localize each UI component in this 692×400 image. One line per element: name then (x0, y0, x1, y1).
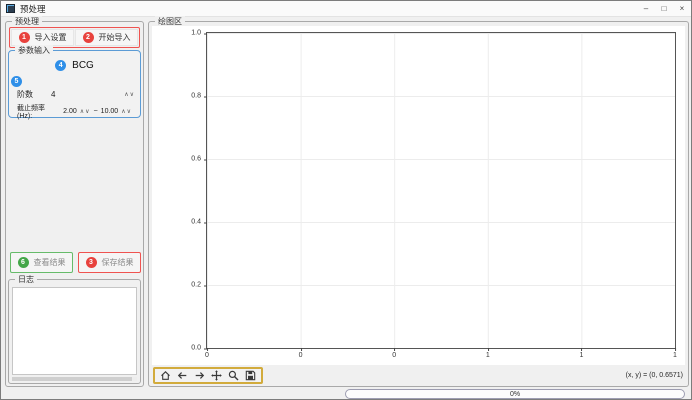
cutoff-frequency-row: 截止频率(Hz): 2.00 ∧∨ ~ 10.00 ∧∨ (17, 103, 135, 120)
close-button[interactable]: × (673, 1, 691, 16)
zoom-icon[interactable] (228, 370, 239, 381)
view-results-label: 查看结果 (34, 257, 66, 268)
x-tick-label: 0 (299, 352, 303, 359)
chevron-down-icon[interactable]: ∨ (85, 109, 90, 115)
filter-order-label: 阶数 (17, 89, 33, 100)
step6-badge: 6 (18, 257, 29, 268)
import-settings-button[interactable]: 1 导入设置 (11, 29, 74, 46)
pan-icon[interactable] (211, 370, 222, 381)
start-import-button[interactable]: 2 开始导入 (75, 29, 138, 46)
filter-order-field[interactable]: 4 (51, 90, 55, 99)
signal-type-row: 4 BCG (9, 60, 140, 71)
plot-area-panel: 绘图区 1.0 0.8 0.6 0.4 0.2 0.0 0 0 0 1 1 1 (148, 21, 689, 387)
y-tick-label: 0.2 (191, 282, 201, 289)
progress-bar: 0% (345, 389, 685, 399)
cutoff-frequency-label: 截止频率(Hz): (17, 103, 60, 120)
start-import-label: 开始导入 (99, 32, 131, 43)
step3-badge: 3 (86, 257, 97, 268)
x-tick-label: 0 (205, 352, 209, 359)
window-controls: – □ × (637, 1, 691, 16)
step4-badge: 4 (55, 60, 66, 71)
log-scrollbar-thumb[interactable] (12, 377, 132, 381)
y-tick-label: 0.4 (191, 219, 201, 226)
x-tick-label: 0 (392, 352, 396, 359)
chevron-down-icon[interactable]: ∨ (130, 92, 135, 98)
plot-axes[interactable]: 1.0 0.8 0.6 0.4 0.2 0.0 0 0 0 1 1 1 (206, 32, 676, 349)
progress-percent-label: 0% (510, 391, 520, 398)
filter-order-row: 阶数 4 ∧∨ (17, 89, 135, 100)
title-bar: 预处理 – □ × (1, 1, 691, 17)
cursor-coords-readout: (x, y) = (0, 0.6571) (626, 372, 683, 379)
step5-badge: 5 (11, 76, 22, 87)
preprocess-panel: 预处理 1 导入设置 2 开始导入 参数输入 4 BCG 5 阶数 4 ∧∨ 截… (5, 21, 144, 387)
save-results-label: 保存结果 (102, 257, 134, 268)
cutoff-range-separator: ~ (94, 108, 98, 115)
cutoff-low-stepper[interactable]: ∧∨ (80, 108, 91, 115)
signal-type-label: BCG (72, 60, 94, 71)
maximize-button[interactable]: □ (655, 1, 673, 16)
chevron-down-icon[interactable]: ∨ (127, 109, 132, 115)
save-results-button[interactable]: 3 保存结果 (78, 252, 141, 273)
home-icon[interactable] (160, 370, 171, 381)
filter-order-stepper[interactable]: ∧∨ (124, 91, 135, 98)
view-results-button[interactable]: 6 查看结果 (10, 252, 73, 273)
window-title: 预处理 (20, 3, 46, 15)
log-textarea[interactable] (12, 287, 137, 375)
preprocess-panel-label: 预处理 (12, 16, 42, 27)
result-button-row: 6 查看结果 3 保存结果 (6, 252, 143, 273)
y-tick-label: 0.6 (191, 156, 201, 163)
y-tick-label: 0.8 (191, 93, 201, 100)
log-scrollbar[interactable] (12, 377, 137, 381)
save-icon[interactable] (245, 370, 256, 381)
step2-badge: 2 (83, 32, 94, 43)
step1-badge: 1 (19, 32, 30, 43)
x-tick-label: 1 (579, 352, 583, 359)
y-tick-label: 0.0 (191, 345, 201, 352)
cutoff-high-stepper[interactable]: ∧∨ (121, 108, 132, 115)
x-tick-label: 1 (486, 352, 490, 359)
cutoff-low-field[interactable]: 2.00 (63, 108, 77, 115)
import-settings-label: 导入设置 (35, 32, 67, 43)
forward-arrow-icon[interactable] (194, 370, 205, 381)
preprocess-window: { "window": { "title": "预处理", "minimize"… (0, 0, 692, 400)
log-panel: 日志 (8, 279, 141, 384)
app-icon (6, 4, 15, 13)
minimize-button[interactable]: – (637, 1, 655, 16)
y-tick-label: 1.0 (191, 30, 201, 37)
log-panel-label: 日志 (15, 274, 37, 285)
parameter-input-label: 参数输入 (15, 45, 53, 56)
x-tick-label: 1 (673, 352, 677, 359)
cutoff-high-field[interactable]: 10.00 (101, 108, 119, 115)
parameter-input-panel: 参数输入 4 BCG 5 阶数 4 ∧∨ 截止频率(Hz): 2.00 ∧∨ ~… (8, 50, 141, 118)
back-arrow-icon[interactable] (177, 370, 188, 381)
matplotlib-toolbar (153, 367, 263, 384)
plot-canvas[interactable]: 1.0 0.8 0.6 0.4 0.2 0.0 0 0 0 1 1 1 (152, 26, 685, 365)
